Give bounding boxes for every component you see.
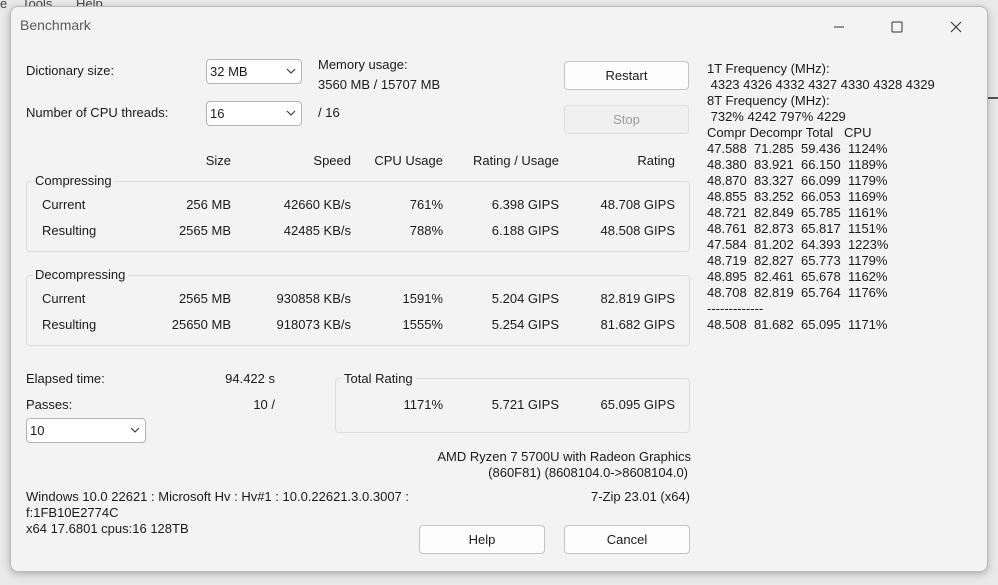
- cpu-threads-max: / 16: [318, 105, 340, 120]
- results-log-line: 47.584 81.202 64.393 1223%: [707, 237, 889, 252]
- header-rating: Rating: [637, 153, 675, 168]
- elapsed-time-value: 94.422 s: [225, 371, 275, 386]
- maximize-icon: [891, 21, 903, 33]
- compress-resulting-rating: 48.508 GIPS: [600, 223, 675, 238]
- compress-current-cpu: 761%: [409, 197, 443, 212]
- cpu-threads-label: Number of CPU threads:: [26, 105, 169, 120]
- results-log-line: 48.508 81.682 65.095 1171%: [707, 317, 888, 332]
- decompress-resulting-rating: 81.682 GIPS: [600, 317, 675, 332]
- decompress-current-size: 2565 MB: [178, 291, 231, 306]
- results-log-line: 48.721 82.849 65.785 1161%: [707, 205, 888, 220]
- close-icon: [950, 21, 962, 33]
- results-log-line: -------------: [707, 301, 764, 316]
- compressing-title: Compressing: [32, 173, 115, 188]
- compress-current-size: 256 MB: [186, 197, 231, 212]
- compress-current-speed: 42660 KB/s: [283, 197, 351, 212]
- decompress-resulting-size: 25650 MB: [171, 317, 231, 332]
- dictionary-size-value: 32 MB: [210, 64, 248, 79]
- background-window-edge: [988, 97, 998, 99]
- restart-button[interactable]: Restart: [564, 61, 689, 90]
- system-info-line3: x64 17.6801 cpus:16 128TB: [26, 521, 189, 536]
- passes-select-value: 10: [30, 423, 45, 438]
- compress-current-rating-usage: 6.398 GIPS: [491, 197, 559, 212]
- compress-resulting-rating-usage: 6.188 GIPS: [491, 223, 559, 238]
- dictionary-size-label: Dictionary size:: [26, 63, 115, 78]
- total-rating-value: 65.095 GIPS: [600, 397, 675, 412]
- results-log: 1T Frequency (MHz): 4323 4326 4332 4327 …: [707, 61, 935, 333]
- passes-label: Passes:: [26, 397, 73, 412]
- decompress-current-rating: 82.819 GIPS: [600, 291, 675, 306]
- cpu-threads-value: 16: [210, 106, 225, 121]
- decompressing-group: [26, 275, 690, 346]
- passes-select[interactable]: 10: [26, 418, 146, 443]
- memory-usage-label: Memory usage:: [318, 57, 408, 72]
- cpu-name: AMD Ryzen 7 5700U with Radeon Graphics: [437, 449, 691, 464]
- passes-value: 10 /: [253, 397, 275, 412]
- dictionary-size-select[interactable]: 32 MB: [206, 59, 302, 84]
- decompress-current-speed: 930858 KB/s: [276, 291, 351, 306]
- chevron-down-icon: [130, 427, 140, 433]
- benchmark-window: Benchmark Dictionary size: 32 MB Memory …: [10, 6, 988, 572]
- results-log-line: 47.588 71.285 59.436 1124%: [707, 141, 888, 156]
- results-log-line: 4323 4326 4332 4327 4330 4328 4329: [707, 77, 935, 92]
- compress-current-rating: 48.708 GIPS: [600, 197, 675, 212]
- decompressing-title: Decompressing: [32, 267, 129, 282]
- results-log-line: 8T Frequency (MHz):: [707, 93, 830, 108]
- close-button[interactable]: [936, 11, 976, 43]
- stop-button[interactable]: Stop: [564, 105, 689, 134]
- header-rating-usage: Rating / Usage: [473, 153, 559, 168]
- system-info-line1: Windows 10.0 22621 : Microsoft Hv : Hv#1…: [26, 489, 409, 504]
- total-rating-title: Total Rating: [341, 371, 416, 386]
- compress-current-label: Current: [42, 197, 86, 212]
- results-log-line: 48.380 83.921 66.150 1189%: [707, 157, 888, 172]
- compress-resulting-speed: 42485 KB/s: [283, 223, 351, 238]
- results-log-line: 732% 4242 797% 4229: [707, 109, 846, 124]
- cancel-button[interactable]: Cancel: [564, 525, 690, 554]
- results-log-line: 1T Frequency (MHz):: [707, 61, 830, 76]
- minimize-button[interactable]: [819, 11, 859, 43]
- cpu-id: (860F81) (8608104.0->8608104.0): [488, 465, 688, 480]
- memory-usage-value: 3560 MB / 15707 MB: [318, 77, 441, 92]
- chevron-down-icon: [286, 110, 296, 116]
- results-log-line: 48.761 82.873 65.817 1151%: [707, 221, 888, 236]
- compress-resulting-label: Resulting: [42, 223, 97, 238]
- results-log-line: 48.895 82.461 65.678 1162%: [707, 269, 888, 284]
- header-speed: Speed: [313, 153, 351, 168]
- header-cpu-usage: CPU Usage: [374, 153, 443, 168]
- window-title: Benchmark: [20, 17, 91, 33]
- decompress-resulting-label: Resulting: [42, 317, 97, 332]
- results-log-line: 48.870 83.327 66.099 1179%: [707, 173, 888, 188]
- maximize-button[interactable]: [877, 11, 917, 43]
- results-log-line: 48.719 82.827 65.773 1179%: [707, 253, 888, 268]
- chevron-down-icon: [286, 68, 296, 74]
- results-log-line: 48.708 82.819 65.764 1176%: [707, 285, 888, 300]
- compress-resulting-size: 2565 MB: [178, 223, 231, 238]
- total-rating-usage: 5.721 GIPS: [491, 397, 559, 412]
- results-log-line: Compr Decompr Total CPU: [707, 125, 872, 140]
- help-button[interactable]: Help: [419, 525, 545, 554]
- decompress-current-label: Current: [42, 291, 86, 306]
- total-cpu: 1171%: [403, 397, 443, 412]
- elapsed-time-label: Elapsed time:: [26, 371, 105, 386]
- decompress-resulting-cpu: 1555%: [402, 317, 443, 332]
- minimize-icon: [834, 26, 844, 28]
- version-label: 7-Zip 23.01 (x64): [591, 489, 690, 504]
- decompress-resulting-rating-usage: 5.254 GIPS: [491, 317, 559, 332]
- results-log-line: 48.855 83.252 66.053 1169%: [707, 189, 888, 204]
- system-info-line2: f:1FB10E2774C: [26, 505, 119, 520]
- compress-resulting-cpu: 788%: [409, 223, 443, 238]
- menu-item-edit[interactable]: e: [0, 0, 7, 11]
- decompress-current-cpu: 1591%: [402, 291, 443, 306]
- decompress-current-rating-usage: 5.204 GIPS: [491, 291, 559, 306]
- compressing-group: [26, 181, 690, 252]
- cpu-threads-select[interactable]: 16: [206, 101, 302, 126]
- header-size: Size: [205, 153, 231, 168]
- decompress-resulting-speed: 918073 KB/s: [276, 317, 351, 332]
